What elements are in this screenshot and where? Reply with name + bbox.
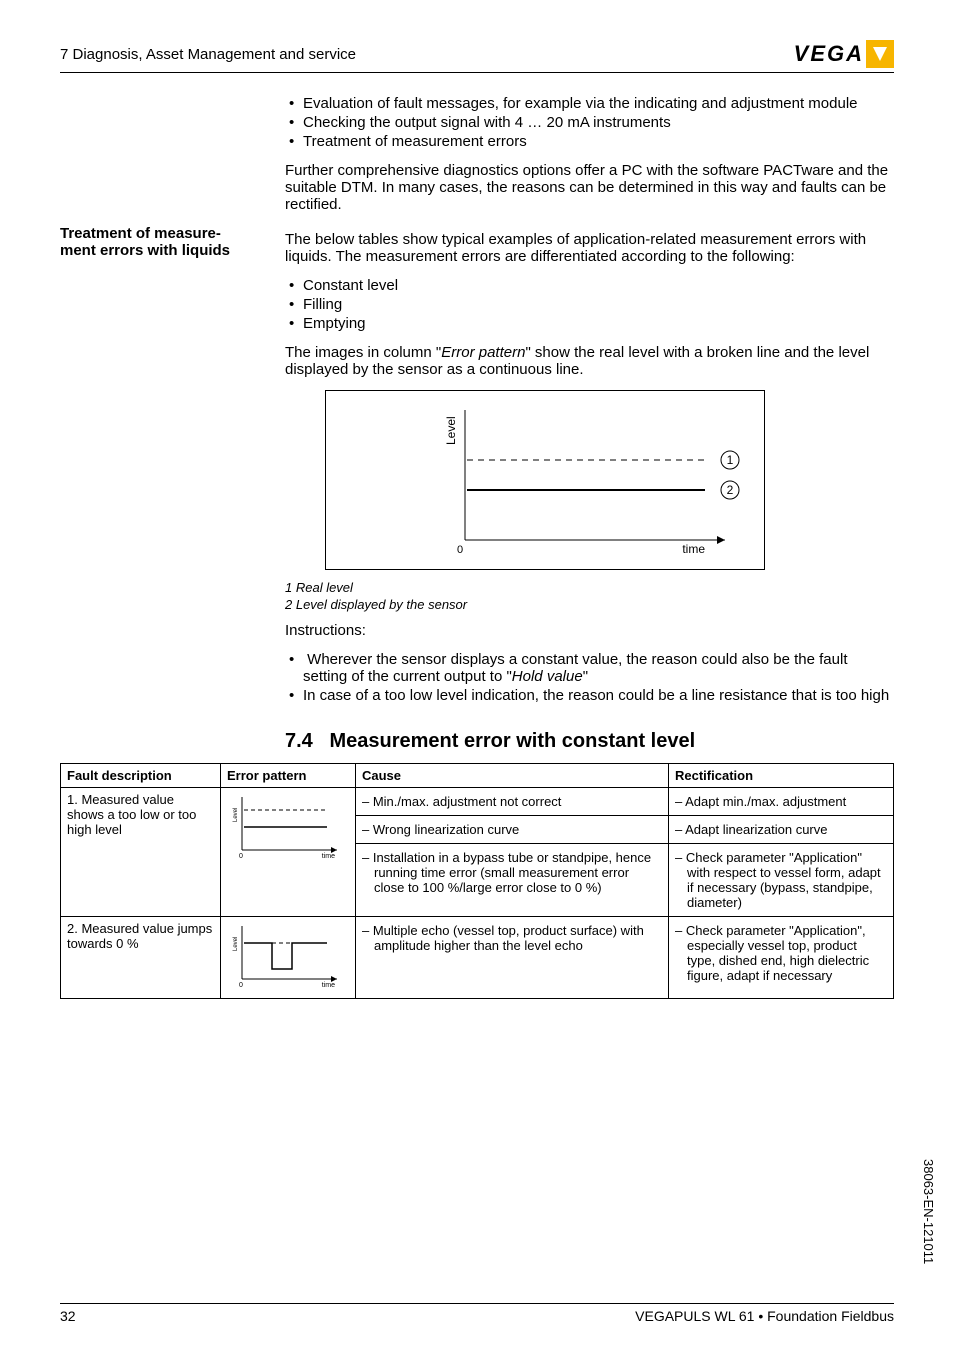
intro-bullets: Evaluation of fault messages, for exampl…	[285, 95, 894, 150]
cell-rectification: Adapt min./max. adjustment	[669, 788, 894, 816]
instructions-bullets: Wherever the sensor displays a constant …	[285, 651, 894, 704]
fault-table: Fault description Error pattern Cause Re…	[60, 763, 894, 999]
cell-cause: Installation in a bypass tube or standpi…	[356, 844, 669, 917]
svg-text:time: time	[322, 982, 335, 989]
instructions-label: Instructions:	[285, 622, 894, 639]
cell-cause: Wrong linearization curve	[356, 816, 669, 844]
svg-text:0: 0	[239, 982, 243, 989]
mini-chart-2: Level 0 time	[227, 921, 347, 991]
list-item: In case of a too low level indication, t…	[303, 687, 894, 704]
vega-logo: VEGA	[794, 40, 894, 68]
col-error-pattern: Error pattern	[221, 764, 356, 788]
section-heading: 7.4 Measurement error with constant leve…	[285, 730, 894, 753]
table-header-row: Fault description Error pattern Cause Re…	[61, 764, 894, 788]
pattern-paragraph: The images in column "Error pattern" sho…	[285, 344, 894, 378]
treatment-bullets: Constant level Filling Emptying	[285, 277, 894, 332]
svg-text:Level: Level	[233, 808, 239, 822]
cell-rectification: Adapt linearization curve	[669, 816, 894, 844]
mini-chart-1: Level 0 time	[227, 792, 347, 862]
treatment-paragraph: The below tables show typical examples o…	[285, 231, 894, 265]
list-item: Treatment of measurement errors	[303, 133, 894, 150]
side-heading: Treatment of measure- ment errors with l…	[60, 225, 275, 259]
intro-paragraph: Further comprehensive diagnostics option…	[285, 162, 894, 213]
logo-icon	[866, 40, 894, 68]
cell-cause: Multiple echo (vessel top, product surfa…	[356, 917, 669, 999]
list-item: Filling	[303, 296, 894, 313]
page-footer: 32 VEGAPULS WL 61 • Foundation Fieldbus	[60, 1303, 894, 1324]
diagram-caption: 1 Real level 2 Level displayed by the se…	[285, 580, 894, 612]
col-rectification: Rectification	[669, 764, 894, 788]
list-item: Constant level	[303, 277, 894, 294]
cell-rectification: Check parameter "Application" with respe…	[669, 844, 894, 917]
svg-text:time: time	[682, 542, 705, 556]
svg-text:2: 2	[727, 483, 734, 497]
logo-text: VEGA	[794, 41, 864, 67]
svg-text:time: time	[322, 853, 335, 860]
svg-text:Level: Level	[444, 416, 458, 445]
header-title: 7 Diagnosis, Asset Management and servic…	[60, 46, 356, 63]
list-item: Emptying	[303, 315, 894, 332]
page-number: 32	[60, 1308, 76, 1324]
list-item: Checking the output signal with 4 … 20 m…	[303, 114, 894, 131]
footer-doc-title: VEGAPULS WL 61 • Foundation Fieldbus	[635, 1308, 894, 1324]
svg-text:0: 0	[457, 544, 463, 556]
list-item: Evaluation of fault messages, for exampl…	[303, 95, 894, 112]
list-item: Wherever the sensor displays a constant …	[303, 651, 894, 685]
cell-description: 1. Measured value shows a too low or too…	[61, 788, 221, 917]
cell-error-pattern: Level 0 time	[221, 917, 356, 999]
table-row: 1. Measured value shows a too low or too…	[61, 788, 894, 816]
svg-text:0: 0	[239, 853, 243, 860]
col-cause: Cause	[356, 764, 669, 788]
table-row: 2. Measured value jumps towards 0 % Leve…	[61, 917, 894, 999]
document-id-vertical: 38063-EN-121011	[921, 1159, 936, 1264]
page-header: 7 Diagnosis, Asset Management and servic…	[60, 40, 894, 73]
cell-rectification: Check parameter "Application", especiall…	[669, 917, 894, 999]
cell-description: 2. Measured value jumps towards 0 %	[61, 917, 221, 999]
cell-cause: Min./max. adjustment not correct	[356, 788, 669, 816]
cell-error-pattern: Level 0 time	[221, 788, 356, 917]
col-fault-description: Fault description	[61, 764, 221, 788]
svg-text:Level: Level	[233, 937, 239, 951]
level-time-diagram: Level 0 time 1 2	[325, 390, 894, 574]
svg-text:1: 1	[727, 453, 734, 467]
